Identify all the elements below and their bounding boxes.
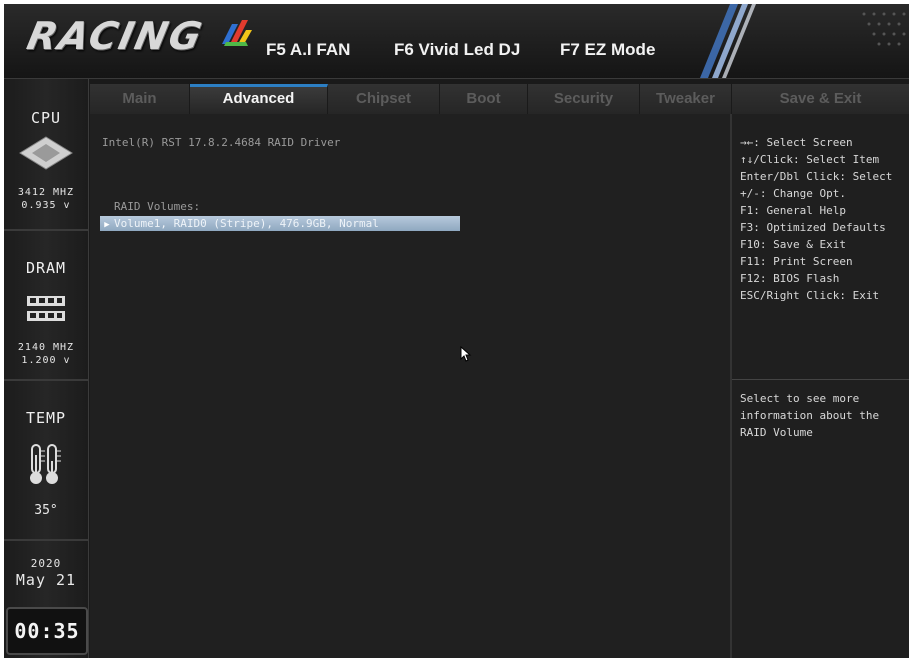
raid-volumes-header: RAID Volumes:: [114, 200, 201, 213]
dram-voltage: 1.200 v: [21, 355, 71, 366]
tab-chipset[interactable]: Chipset: [328, 84, 440, 114]
tab-security[interactable]: Security: [528, 84, 640, 114]
dram-label: DRAM: [25, 259, 67, 277]
header-decoration: [700, 4, 906, 78]
raid-driver-version: Intel(R) RST 17.8.2.4684 RAID Driver: [102, 136, 341, 149]
tab-boot[interactable]: Boot: [440, 84, 528, 114]
cpu-label: CPU: [30, 109, 62, 127]
dram-section: DRAM: [4, 259, 88, 277]
description-line: RAID Volume: [740, 426, 813, 439]
sidebar-divider: [4, 229, 88, 231]
raid-volume-item[interactable]: ▶ Volume1, RAID0 (Stripe), 476.9GB, Norma…: [100, 216, 460, 231]
bios-window: RACING F5 A.I FAN F6 Vivid Led DJ F7 EZ …: [4, 4, 909, 658]
cpu-chip-icon: [19, 136, 73, 170]
help-line: ESC/Right Click: Exit: [740, 289, 880, 302]
temp-label: TEMP: [25, 409, 67, 427]
help-line: F3: Optimized Defaults: [740, 221, 886, 234]
help-line: Enter/Dbl Click: Select: [740, 170, 893, 183]
tab-save-exit[interactable]: Save & Exit: [732, 84, 909, 114]
racing-logo: RACING: [23, 14, 208, 58]
tab-advanced[interactable]: Advanced: [190, 84, 328, 114]
help-line: F12: BIOS Flash: [740, 272, 840, 285]
menu-tabs: Main Advanced Chipset Boot Security Twea…: [90, 84, 909, 114]
help-line: +/-: Change Opt.: [740, 187, 846, 200]
help-panel: →←: Select Screen ↑↓/Click: Select Item …: [732, 114, 909, 658]
description-line: Select to see more: [740, 392, 860, 405]
header-bar: RACING F5 A.I FAN F6 Vivid Led DJ F7 EZ …: [4, 4, 909, 79]
system-status-sidebar: CPU 3412 MHZ 0.935 v DRAM 2140 MHZ 1.200…: [4, 79, 89, 658]
year-display: 2020: [30, 557, 62, 570]
clock-display: 00:35: [6, 607, 88, 655]
sidebar-divider: [4, 539, 88, 541]
memory-module-icon: [27, 296, 65, 321]
cpu-section: CPU: [4, 109, 88, 127]
item-description: Select to see more information about the…: [740, 390, 879, 441]
thermometer-icon: [30, 444, 61, 484]
f6-vivid-led-dj-button[interactable]: F6 Vivid Led DJ: [394, 40, 520, 60]
key-help-list: →←: Select Screen ↑↓/Click: Select Item …: [740, 134, 892, 304]
mouse-pointer-icon: [460, 346, 472, 362]
main-content-panel: Intel(R) RST 17.8.2.4684 RAID Driver RAI…: [90, 114, 732, 658]
sidebar-divider: [4, 379, 88, 381]
raid-volume-label: Volume1, RAID0 (Stripe), 476.9GB, Normal: [114, 217, 379, 230]
help-line: F11: Print Screen: [740, 255, 853, 268]
logo-emblem-icon: [222, 20, 252, 46]
f5-ai-fan-button[interactable]: F5 A.I FAN: [266, 40, 350, 60]
selection-arrow-icon: ▶: [104, 220, 110, 230]
f7-ez-mode-button[interactable]: F7 EZ Mode: [560, 40, 655, 60]
tab-main[interactable]: Main: [90, 84, 190, 114]
help-divider: [732, 379, 909, 380]
help-line: ↑↓/Click: Select Item: [740, 153, 880, 166]
help-line: F10: Save & Exit: [740, 238, 846, 251]
cpu-frequency: 3412 MHZ: [17, 187, 75, 198]
description-line: information about the: [740, 409, 880, 422]
help-line: F1: General Help: [740, 204, 846, 217]
tab-tweaker[interactable]: Tweaker: [640, 84, 732, 114]
date-display: May 21: [15, 571, 77, 589]
temp-section: TEMP: [4, 409, 88, 427]
cpu-voltage: 0.935 v: [21, 200, 71, 211]
help-line: →←: Select Screen: [740, 136, 853, 149]
dram-frequency: 2140 MHZ: [17, 342, 75, 353]
temperature-value: 35°: [34, 503, 58, 518]
